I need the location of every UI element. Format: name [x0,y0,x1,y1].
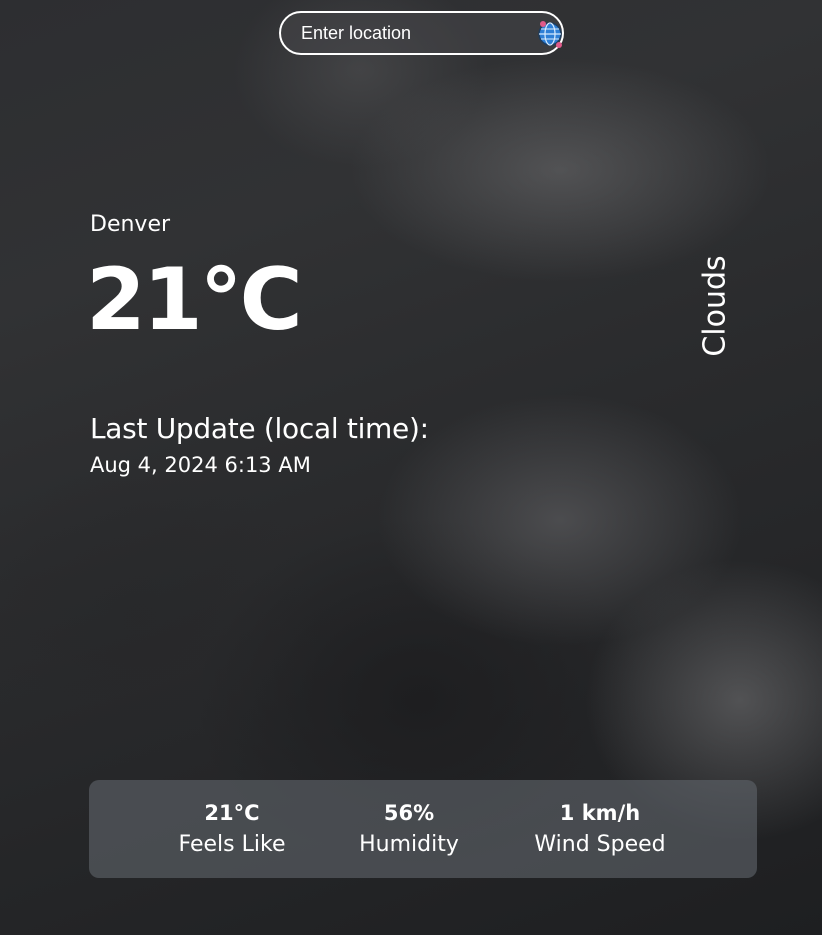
wind-speed-label: Wind Speed [534,832,666,857]
search-bar [279,11,564,55]
city-name: Denver [90,212,171,237]
feels-like-stat: 21°C Feels Like [179,798,286,862]
last-update-time: Aug 4, 2024 6:13 AM [90,453,311,477]
last-update-label: Last Update (local time): [90,412,429,445]
current-temperature: 21°C [86,250,303,350]
humidity-label: Humidity [359,832,459,857]
weather-condition: Clouds [697,255,733,357]
humidity-stat: 56% Humidity [359,798,459,862]
wind-speed-stat: 1 km/h Wind Speed [534,798,665,862]
humidity-value: 56% [383,801,435,825]
weather-stats-panel: 21°C Feels Like 56% Humidity 1 km/h Wind… [89,780,757,878]
search-button[interactable] [535,18,565,48]
wind-speed-value: 1 km/h [559,801,641,825]
feels-like-label: Feels Like [178,832,286,857]
location-search-input[interactable] [281,12,535,54]
feels-like-value: 21°C [204,801,260,825]
globe-location-icon [538,21,562,48]
